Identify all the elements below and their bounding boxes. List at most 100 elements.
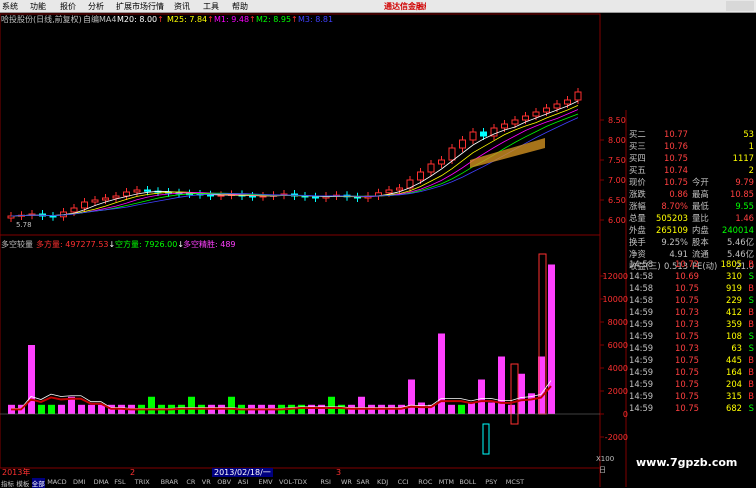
menu-tools[interactable]: 工具 [203, 1, 219, 12]
quote-row: 买二 10.77 53 [626, 128, 756, 140]
menu-function[interactable]: 功能 [30, 1, 46, 12]
tab-dmi[interactable]: DMI [73, 478, 86, 486]
price-tick-label: 7.50 [608, 156, 626, 165]
volume-bar [328, 396, 335, 414]
tick-row: 14:58 10.72 1805 B [626, 259, 756, 271]
candle-body [112, 195, 120, 199]
volume-bars [0, 253, 600, 455]
tick-vol: 682 [726, 403, 742, 413]
tab-obv[interactable]: OBV [217, 478, 231, 486]
menu-help[interactable]: 帮助 [232, 1, 248, 12]
tick-bs: B [748, 259, 754, 269]
tab-emv[interactable]: EMV [258, 478, 272, 486]
quote-value-right: 240014 [722, 225, 754, 235]
volume-bar [338, 404, 345, 414]
volume-bar [38, 404, 45, 414]
quote-label: 换手 [629, 237, 646, 247]
candle-body [553, 103, 561, 109]
tab-cci[interactable]: CCI [398, 478, 409, 486]
candle-body [91, 199, 99, 203]
tick-vol: 315 [726, 391, 742, 401]
candle-body [438, 159, 445, 165]
low-price-label: 5.78 [16, 221, 32, 229]
tab-cr[interactable]: CR [186, 478, 195, 486]
tab-asi[interactable]: ASI [238, 478, 249, 486]
price-axis: 8.50 8.00 7.50 7.00 6.50 6.00 [600, 116, 626, 225]
tick-price: 10.75 [675, 367, 699, 377]
tab-mtm[interactable]: MTM [439, 478, 454, 486]
quote-label-right: 最高 [692, 189, 709, 199]
tab-boll[interactable]: BOLL [459, 478, 476, 486]
tick-price: 10.75 [675, 379, 699, 389]
menu-analysis[interactable]: 分析 [88, 1, 104, 12]
window-controls[interactable] [726, 1, 754, 11]
quote-value: 8.70% [661, 201, 688, 211]
tick-row: 14:58 10.75 919 B [626, 283, 756, 295]
tab-mcst[interactable]: MCST [506, 478, 524, 486]
tick-price: 10.73 [675, 307, 699, 317]
quote-label: 总量 [629, 213, 646, 223]
ma-m2: M2: 8.95↑ [256, 15, 298, 24]
volume-bar [498, 356, 505, 414]
tick-list[interactable]: 14:58 10.72 1805 B 14:58 10.69 310 S 14:58 10.75 9… [626, 259, 756, 415]
tab-dma[interactable]: DMA [94, 478, 109, 486]
tab-wr[interactable]: WR [341, 478, 352, 486]
quote-value: 10.75 [664, 177, 688, 187]
quote-value-right: 1117 [732, 153, 754, 163]
tick-row: 14:59 10.75 204 B [626, 379, 756, 391]
tick-time: 14:59 [629, 367, 654, 377]
quote-value: 10.77 [664, 129, 688, 139]
ma-m1: M1: 9.48↑ [214, 15, 256, 24]
tick-price: 10.69 [675, 271, 699, 281]
candle-body [459, 139, 466, 149]
tick-row: 14:58 10.69 310 S [626, 271, 756, 283]
menu-news[interactable]: 资讯 [174, 1, 190, 12]
candle-body [501, 123, 508, 129]
candle-body [574, 91, 582, 101]
quote-row: 换手 9.25% 股本 5.46亿 [626, 236, 756, 248]
tab-roc[interactable]: ROC [418, 478, 432, 486]
quote-value-right: 2 [748, 165, 754, 175]
tick-row: 14:58 10.75 229 S [626, 295, 756, 307]
tick-price: 10.73 [675, 343, 699, 353]
volume-bar [518, 373, 525, 414]
tab-vr[interactable]: VR [202, 478, 211, 486]
candle-body [427, 163, 435, 173]
promo-banner[interactable]: 通达信金融终端 [384, 1, 426, 12]
ma-band [470, 138, 545, 168]
tab-vol-tdx[interactable]: VOL-TDX [279, 478, 307, 486]
tab-fsl[interactable]: FSL [114, 478, 125, 486]
tab-kdj[interactable]: KDJ [377, 478, 388, 486]
volume-bar [58, 404, 65, 414]
tick-bs: S [748, 343, 754, 353]
ma-m20: M20: 8.00↑ [117, 15, 164, 24]
tick-price: 10.75 [675, 355, 699, 365]
date-label-mar: 3 [336, 468, 342, 477]
volume-bar [48, 404, 55, 414]
tab-rsi[interactable]: RSI [320, 478, 331, 486]
tab-sar[interactable]: SAR [356, 478, 369, 486]
volume-bar [358, 396, 365, 414]
tab-trix[interactable]: TRIX [135, 478, 150, 486]
menu-system[interactable]: 系统 [2, 1, 18, 12]
menu-quote[interactable]: 报价 [60, 1, 76, 12]
candle-body [543, 107, 550, 113]
menu-extended-market[interactable]: 扩展市场行情 [116, 1, 164, 12]
quote-label: 现价 [629, 177, 646, 187]
quote-row: 买五 10.74 2 [626, 164, 756, 176]
quote-label-right: 内盘 [692, 225, 709, 235]
tick-vol: 310 [726, 271, 742, 281]
price-tick-label: 8.00 [608, 136, 626, 145]
tab-macd[interactable]: MACD [47, 478, 66, 486]
tick-time: 14:59 [629, 355, 654, 365]
volume-bar [78, 404, 85, 414]
tick-price: 10.75 [675, 403, 699, 413]
quote-row: 外盘 265109 内盘 240014 [626, 224, 756, 236]
tab-psy[interactable]: PSY [485, 478, 497, 486]
volume-tick-label: 8000 [608, 318, 628, 327]
volume-bar-outline [510, 363, 519, 425]
tab-brar[interactable]: BRAR [161, 478, 179, 486]
candle-body [133, 189, 141, 193]
period-corner[interactable]: 日 [599, 466, 606, 475]
candle-body [144, 189, 151, 192]
